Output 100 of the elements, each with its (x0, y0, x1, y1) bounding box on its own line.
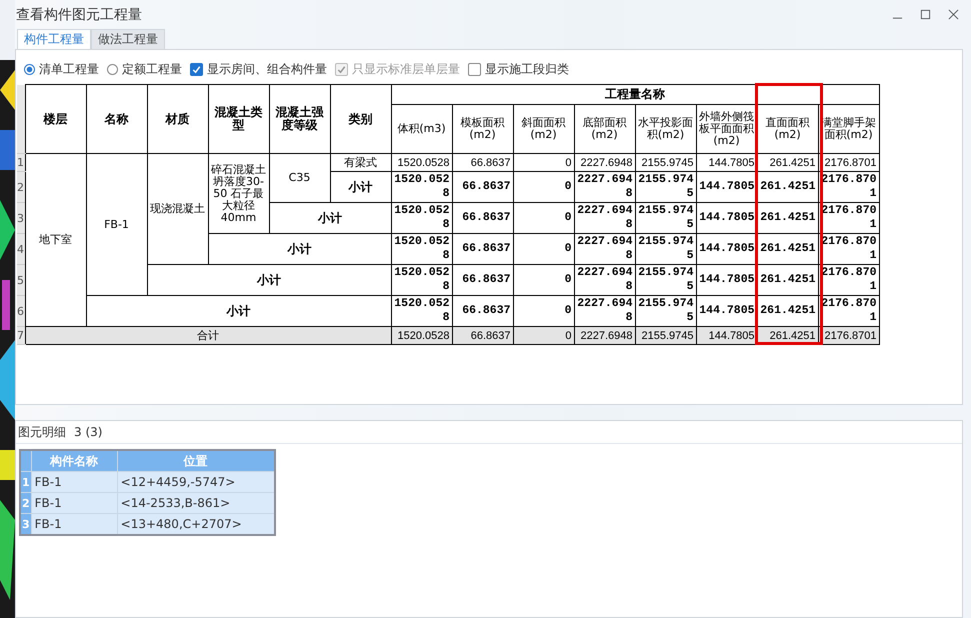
table-cell: 小计 (208, 234, 391, 264)
table-cell: 2176.8701 (818, 234, 879, 264)
row-number: 4 (17, 234, 25, 264)
column-header: 底部面积(m2) (574, 104, 635, 154)
table-cell: 144.7805 (696, 326, 757, 344)
radio-button[interactable] (24, 64, 35, 74)
radio-option[interactable]: 定额工程量 (107, 60, 182, 78)
tab[interactable]: 做法工程量 (91, 29, 165, 49)
table-cell: 碎石混凝土坍落度30-50 石子最大粒径40mm (208, 154, 269, 234)
window-title: 查看构件图元工程量 (16, 6, 142, 24)
option-label: 定额工程量 (122, 60, 182, 78)
table-row[interactable]: 2 FB-1 <14-2533,B-861> (20, 492, 275, 514)
table-cell: 1520.0528 (391, 202, 452, 234)
table-cell: 261.4251 (757, 264, 818, 296)
table-cell: 合计 (25, 326, 391, 344)
table-cell: 0 (513, 172, 574, 202)
table-cell: 2155.9745 (635, 264, 696, 296)
row-number: 5 (17, 264, 25, 296)
table-cell: 0 (513, 264, 574, 296)
column-header: 混凝土类型 (208, 84, 269, 154)
table-cell: <12+4459,-5747> (117, 472, 275, 492)
table-cell: 1520.0528 (391, 234, 452, 264)
checkbox-option[interactable]: 显示施工段归类 (468, 60, 569, 78)
column-header: 类别 (330, 84, 391, 154)
column-header: 斜面面积(m2) (513, 104, 574, 154)
table-cell: 2227.6948 (574, 264, 635, 296)
table-cell: 0 (513, 202, 574, 234)
column-header: 构件名称 (31, 450, 118, 472)
count-label: 3 (3) (74, 425, 102, 439)
table-cell: 261.4251 (757, 202, 818, 234)
row-number: 7 (17, 326, 25, 344)
table-cell: 2227.6948 (574, 326, 635, 344)
table-cell: 2176.8701 (818, 172, 879, 202)
table-cell: 2176.8701 (818, 264, 879, 296)
table-row[interactable]: 3 FB-1 <13+480,C+2707> (20, 514, 275, 535)
table-cell: 2227.6948 (574, 202, 635, 234)
row-number: 1 (17, 154, 25, 172)
table-cell: 66.8637 (452, 264, 513, 296)
checkbox[interactable] (190, 62, 203, 76)
table-cell: 2227.6948 (574, 234, 635, 264)
table-cell: <13+480,C+2707> (117, 514, 275, 535)
table-cell: 261.4251 (757, 172, 818, 202)
table-cell: 66.8637 (452, 202, 513, 234)
row-number: 6 (17, 296, 25, 326)
table-cell: 1520.0528 (391, 264, 452, 296)
table-cell: 1520.0528 (391, 154, 452, 172)
table-cell: 1520.0528 (391, 172, 452, 202)
column-header: 混凝土强度等级 (269, 84, 330, 154)
table-cell: 261.4251 (757, 154, 818, 172)
table-cell: 66.8637 (452, 326, 513, 344)
table-cell: FB-1 (31, 514, 118, 535)
checkbox[interactable] (468, 62, 481, 76)
column-header: 体积(m3) (391, 104, 452, 154)
table-cell: 66.8637 (452, 154, 513, 172)
table-cell: 2176.8701 (818, 202, 879, 234)
table-cell: 1520.0528 (391, 326, 452, 344)
table-cell: FB-1 (31, 472, 118, 492)
table-row[interactable]: 1 FB-1 <12+4459,-5747> (20, 472, 275, 492)
table-cell: 2155.9745 (635, 326, 696, 344)
close-icon[interactable] (948, 9, 959, 20)
table-cell: 261.4251 (757, 234, 818, 264)
option-label: 显示施工段归类 (485, 60, 569, 78)
option-label: 清单工程量 (39, 60, 99, 78)
row-number: 1 (20, 472, 32, 492)
table-cell: 2227.6948 (574, 172, 635, 202)
table-cell: 0 (513, 154, 574, 172)
table-cell: 小计 (330, 172, 391, 202)
radio-button[interactable] (107, 64, 118, 74)
column-header: 楼层 (25, 84, 86, 154)
table-cell: 2227.6948 (574, 154, 635, 172)
column-header: 材质 (147, 84, 208, 154)
table-cell: 小计 (269, 202, 391, 234)
row-number: 2 (17, 172, 25, 202)
radio-option[interactable]: 清单工程量 (24, 60, 99, 78)
table-cell: 0 (513, 326, 574, 344)
table-cell: 2155.9745 (635, 202, 696, 234)
table-cell: <14-2533,B-861> (117, 492, 275, 514)
panel-title: 图元明细 (18, 424, 66, 440)
row-number: 2 (20, 492, 32, 514)
maximize-icon[interactable] (920, 9, 931, 20)
table-cell: 0 (513, 234, 574, 264)
table-cell: 有梁式 (330, 154, 391, 172)
row-number: 3 (20, 514, 32, 535)
row-number: 3 (17, 202, 25, 234)
table-cell: 2176.8701 (818, 154, 879, 172)
table-cell: FB-1 (86, 154, 147, 296)
table-cell: 2155.9745 (635, 154, 696, 172)
table-cell: C35 (269, 154, 330, 202)
group-header: 工程量名称 (391, 84, 879, 104)
tab[interactable]: 构件工程量 (17, 29, 91, 49)
table-cell: 2155.9745 (635, 172, 696, 202)
column-header: 名称 (86, 84, 147, 154)
table-cell: 小计 (147, 264, 391, 296)
column-header: 位置 (117, 450, 275, 472)
table-cell: 2155.9745 (635, 234, 696, 264)
column-header: 模板面积(m2) (452, 104, 513, 154)
table-cell: 66.8637 (452, 234, 513, 264)
table-cell: 现浇混凝土 (147, 154, 208, 264)
table-cell: 66.8637 (452, 172, 513, 202)
column-header: 水平投影面积(m2) (635, 104, 696, 154)
